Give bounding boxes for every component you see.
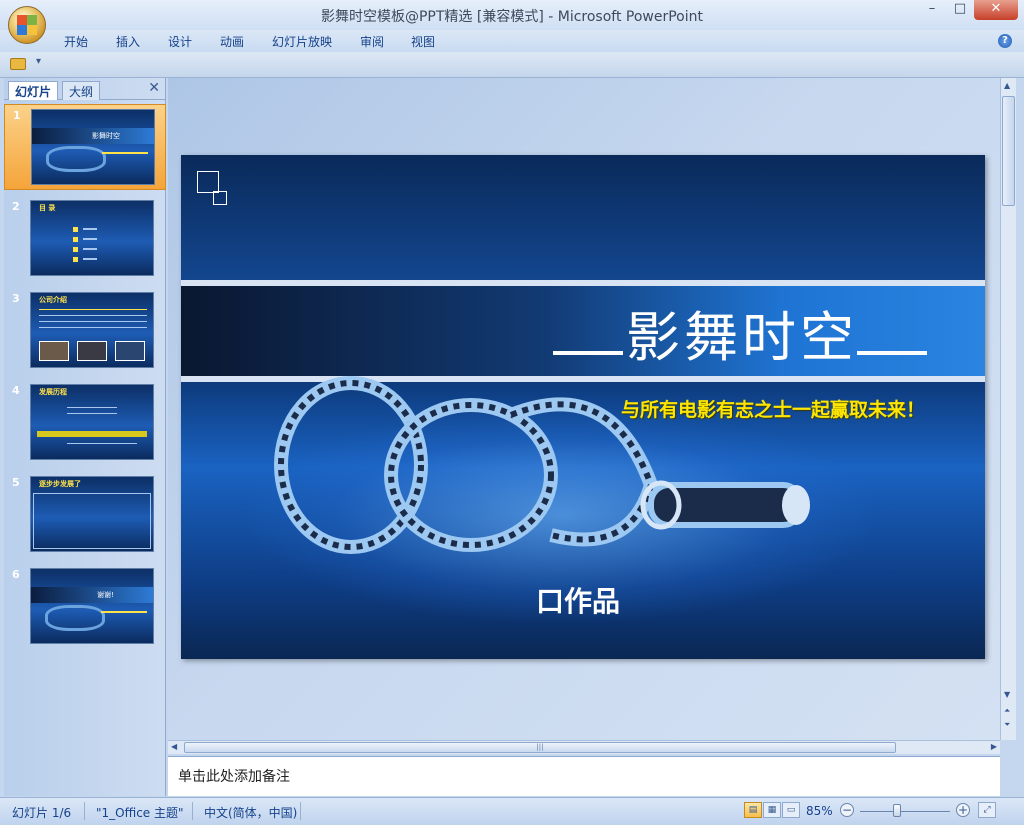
tab-view[interactable]: 视图 <box>411 33 435 50</box>
help-icon[interactable]: ? <box>998 34 1012 48</box>
tab-design[interactable]: 设计 <box>168 33 192 50</box>
scroll-thumb[interactable] <box>1002 96 1015 206</box>
tab-insert[interactable]: 插入 <box>116 33 140 50</box>
slide-number: 2 <box>12 200 20 213</box>
slide-preview: 公司介绍 <box>30 292 154 368</box>
next-slide-icon[interactable]: ⏷ <box>1004 720 1010 730</box>
minimize-button[interactable]: – <box>918 0 946 20</box>
slide-preview: 发展历程 <box>30 384 154 460</box>
tab-home[interactable]: 开始 <box>64 33 88 50</box>
title-bar: 影舞时空模板@PPT精选 [兼容模式] - Microsoft PowerPoi… <box>0 0 1024 30</box>
thumb-title: 谢谢! <box>97 591 114 599</box>
vertical-scrollbar[interactable]: ▲ ▼ ⏶ ⏷ <box>1000 78 1016 740</box>
slide-number: 4 <box>12 384 20 397</box>
fit-to-window-icon[interactable]: ⤢ <box>978 802 996 818</box>
tab-slides[interactable]: 幻灯片 <box>8 81 59 100</box>
slide-editor: 影舞时空 与所有电影有志之士一起赢取未来！ 口作品 <box>168 78 1000 740</box>
zoom-level[interactable]: 85% <box>806 804 833 818</box>
slide-thumbnail-6[interactable]: 6 谢谢! <box>4 564 166 650</box>
thumb-title: 逐步步发展了 <box>39 480 81 488</box>
scroll-left-icon[interactable]: ◀ <box>171 742 177 751</box>
notes-placeholder: 单击此处添加备注 <box>178 769 290 785</box>
scroll-thumb-horizontal[interactable]: ||| <box>184 742 896 753</box>
zoom-slider[interactable] <box>860 811 950 812</box>
normal-view-icon[interactable]: ▤ <box>744 802 762 818</box>
decor-square-icon <box>197 171 219 193</box>
slideshow-view-icon[interactable]: ▭ <box>782 802 800 818</box>
slide-number: 5 <box>12 476 20 489</box>
office-button[interactable] <box>8 6 46 44</box>
scroll-down-icon[interactable]: ▼ <box>1004 690 1010 699</box>
slides-pane: 幻灯片 大纲 ✕ 1 影舞时空 2 目 录 3 公司介绍 4 发展历程 5 逐步… <box>4 78 166 796</box>
notes-pane[interactable]: 单击此处添加备注 <box>168 756 1000 796</box>
thumb-title: 发展历程 <box>39 388 67 396</box>
zoom-in-icon[interactable]: + <box>956 803 970 817</box>
slide-indicator: 幻灯片 1/6 <box>12 806 72 820</box>
previous-slide-icon[interactable]: ⏶ <box>1004 706 1010 716</box>
slide-title[interactable]: 影舞时空 <box>626 293 985 372</box>
slide-thumbnail-5[interactable]: 5 逐步步发展了 <box>4 472 166 558</box>
slide-preview: 谢谢! <box>30 568 154 644</box>
slide-thumbnail-4[interactable]: 4 发展历程 <box>4 380 166 466</box>
horizontal-scrollbar[interactable]: ◀ ||| ▶ <box>168 740 1000 754</box>
maximize-button[interactable]: □ <box>946 0 974 20</box>
window-title: 影舞时空模板@PPT精选 [兼容模式] - Microsoft PowerPoi… <box>320 9 703 25</box>
zoom-slider-knob[interactable] <box>893 804 901 817</box>
theme-name[interactable]: "1_Office 主题" <box>96 804 184 821</box>
slide-preview: 目 录 <box>30 200 154 276</box>
slide-number: 3 <box>12 292 20 305</box>
scroll-right-icon[interactable]: ▶ <box>991 742 997 751</box>
window-controls: – □ ✕ <box>918 0 1018 20</box>
slide-preview: 逐步步发展了 <box>30 476 154 552</box>
thumb-title: 影舞时空 <box>92 132 120 140</box>
slide-thumbnail-3[interactable]: 3 公司介绍 <box>4 288 166 374</box>
qat-customize-dropdown[interactable]: ▾ <box>36 56 41 67</box>
slide-sorter-view-icon[interactable]: ▦ <box>763 802 781 818</box>
slide-thumbnail-2[interactable]: 2 目 录 <box>4 196 166 282</box>
pane-tabs: 幻灯片 大纲 ✕ <box>4 78 166 100</box>
slide-number: 1 <box>13 109 21 122</box>
language-indicator[interactable]: 中文(简体，中国) <box>204 804 297 821</box>
decor-square-icon <box>213 191 227 205</box>
close-pane-icon[interactable]: ✕ <box>148 80 160 96</box>
tab-review[interactable]: 审阅 <box>360 33 384 50</box>
tab-animations[interactable]: 动画 <box>220 33 244 50</box>
slide-preview: 影舞时空 <box>31 109 155 185</box>
current-slide[interactable]: 影舞时空 与所有电影有志之士一起赢取未来！ 口作品 <box>181 155 985 659</box>
tab-outline[interactable]: 大纲 <box>62 81 101 100</box>
tab-slideshow[interactable]: 幻灯片放映 <box>272 33 332 50</box>
slide-thumbnail-1[interactable]: 1 影舞时空 <box>4 104 166 190</box>
ribbon-tabs: 开始 插入 设计 动画 幻灯片放映 审阅 视图 ? <box>0 30 1024 52</box>
slide-number: 6 <box>12 568 20 581</box>
thumb-title: 公司介绍 <box>39 296 67 304</box>
office-logo-icon <box>17 15 37 35</box>
scroll-up-icon[interactable]: ▲ <box>1004 81 1010 90</box>
slide-author[interactable]: 口作品 <box>536 580 620 620</box>
thumb-title: 目 录 <box>39 204 56 212</box>
zoom-out-icon[interactable]: − <box>840 803 854 817</box>
open-folder-icon[interactable] <box>10 58 26 70</box>
slide-subtitle[interactable]: 与所有电影有志之士一起赢取未来！ <box>621 395 925 422</box>
close-button[interactable]: ✕ <box>974 0 1018 20</box>
quick-access-toolbar: ▾ <box>0 52 1024 78</box>
status-bar: 幻灯片 1/6 "1_Office 主题" 中文(简体，中国) ▤ ▦ ▭ 85… <box>0 797 1024 825</box>
